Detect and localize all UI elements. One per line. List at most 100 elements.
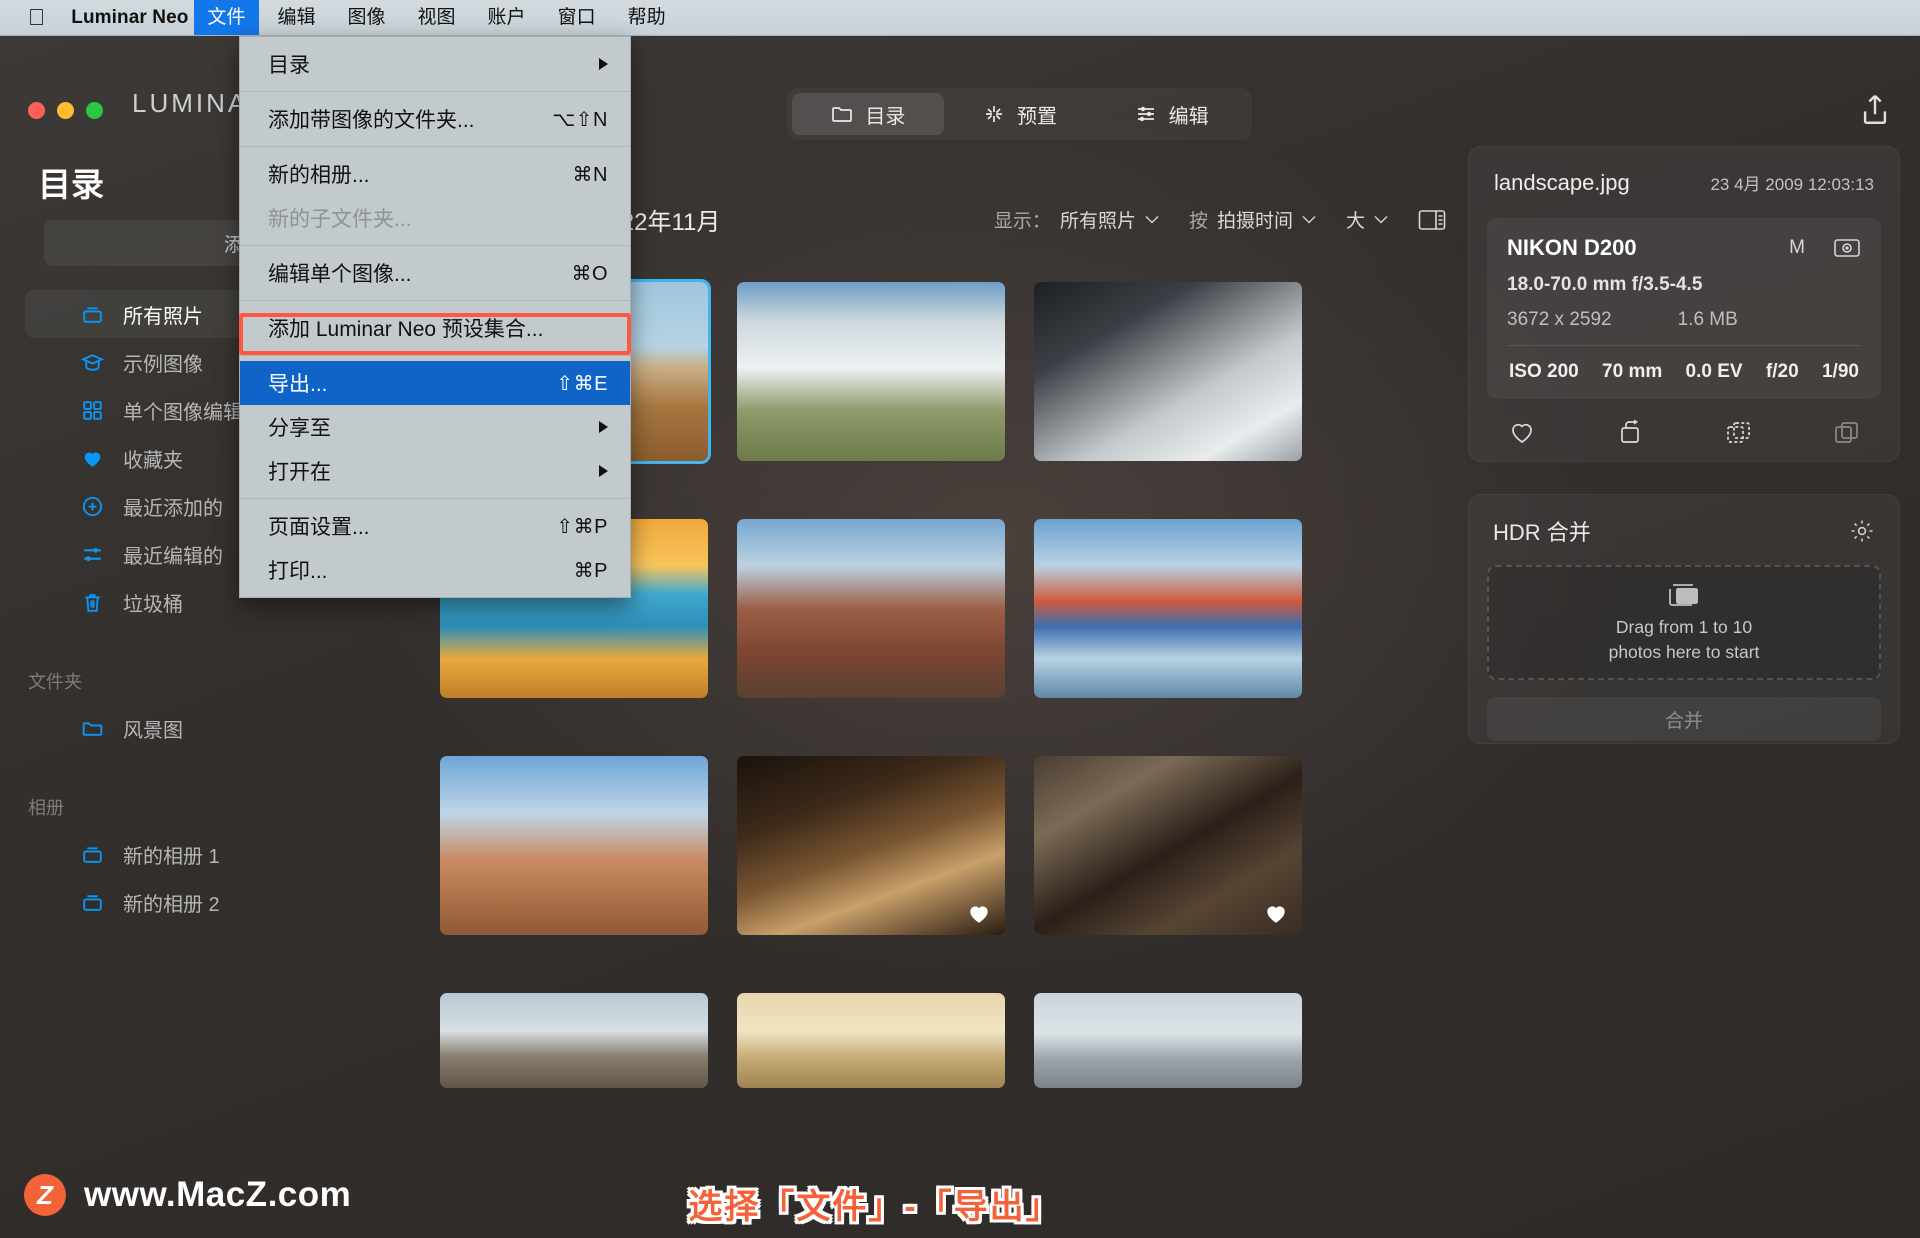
right-panel: landscape.jpg 23 4月 2009 12:03:13 NIKON … — [1460, 102, 1920, 1238]
copy-icon[interactable] — [1831, 419, 1861, 447]
filename-label: landscape.jpg — [1494, 170, 1630, 195]
album-icon — [83, 894, 102, 911]
heart-icon — [84, 452, 101, 467]
sidebar-album-2[interactable]: 新的相册 2 — [25, 878, 278, 926]
filter-show-value: 所有照片 — [1059, 211, 1136, 232]
exif-aperture: f/20 — [1765, 361, 1799, 382]
lens-label: 18.0-70.0 mm f/3.5-4.5 — [1507, 274, 1703, 295]
catalog-icon — [83, 306, 102, 323]
hdr-dropzone[interactable]: Drag from 1 to 10 photos here to start — [1487, 565, 1881, 680]
menu-item-catalog[interactable]: 目录 — [240, 42, 630, 86]
menubar-item-edit[interactable]: 编辑 — [265, 2, 329, 33]
thumbnail-stone-archway[interactable] — [1034, 756, 1302, 935]
hdr-merge-card: HDR 合并 Drag from 1 to 10 photos here to … — [1468, 494, 1900, 744]
menu-item-label: 新的子文件夹... — [268, 208, 412, 231]
menu-item-shortcut: ⌘N — [572, 163, 608, 186]
image-info-card: landscape.jpg 23 4月 2009 12:03:13 NIKON … — [1468, 146, 1900, 462]
menu-item-label: 编辑单个图像... — [268, 263, 412, 286]
thumbnail-dunes[interactable] — [737, 993, 1005, 1088]
menu-item-shortcut: ⇧⌘E — [556, 372, 608, 395]
filter-sort-value: 拍摄时间 — [1216, 211, 1293, 232]
menu-item-shortcut: ⌘P — [573, 559, 608, 582]
sidebar-section-albums: 相册 — [28, 798, 64, 818]
menu-item-add-folder-with-images[interactable]: 添加带图像的文件夹... ⌥⇧N — [240, 97, 630, 141]
filesize-label: 1.6 MB — [1677, 309, 1738, 330]
exposure-mode-label: M — [1789, 237, 1805, 258]
menu-item-export[interactable]: 导出... ⇧⌘E — [240, 361, 630, 405]
menu-item-label: 导出... — [268, 373, 328, 396]
exif-shutter: 1/90 — [1821, 361, 1859, 382]
filter-size[interactable]: 大 — [1346, 206, 1388, 233]
menu-item-open-in[interactable]: 打开在 — [240, 449, 630, 493]
split-panel-icon[interactable] — [1418, 208, 1446, 232]
dimensions-row: 3672 x 2592 1.6 MB — [1507, 309, 1861, 345]
menu-separator — [240, 300, 630, 301]
menu-separator — [240, 245, 630, 246]
heart-icon[interactable] — [966, 901, 992, 925]
hdr-title-label: HDR 合并 — [1493, 520, 1591, 545]
menu-item-label: 打开在 — [268, 461, 331, 484]
sidebar-label: 单个图像编辑 — [123, 401, 243, 424]
menu-item-share-to[interactable]: 分享至 — [240, 405, 630, 449]
menubar-item-file[interactable]: 文件 — [194, 0, 259, 35]
graduation-cap-icon — [80, 353, 105, 371]
photos-icon — [1669, 583, 1698, 606]
menu-item-add-preset-collection[interactable]: 添加 Luminar Neo 预设集合... — [240, 306, 630, 350]
heart-icon[interactable] — [1507, 419, 1537, 447]
menu-item-label: 添加 Luminar Neo 预设集合... — [268, 318, 544, 341]
hdr-header: HDR 合并 — [1469, 495, 1899, 547]
folder-icon — [82, 721, 103, 736]
thumbnail-towers[interactable] — [1034, 993, 1302, 1088]
chevron-down-icon — [1302, 215, 1316, 224]
thumbnail-field-clouds[interactable] — [737, 282, 1005, 461]
info-header: landscape.jpg 23 4月 2009 12:03:13 — [1469, 147, 1899, 196]
thumbnail-dark-clouds[interactable] — [1034, 282, 1302, 461]
chevron-down-icon — [1145, 215, 1159, 224]
sidebar-album-1[interactable]: 新的相册 1 — [25, 830, 278, 878]
menu-item-label: 分享至 — [268, 417, 331, 440]
sidebar-label: 所有照片 — [123, 305, 203, 328]
apple-icon[interactable]:  — [28, 6, 45, 29]
menubar-item-account[interactable]: 账户 — [475, 2, 539, 33]
exif-ev: 0.0 EV — [1685, 361, 1743, 382]
plus-circle-icon — [82, 496, 103, 516]
menubar-item-image[interactable]: 图像 — [335, 2, 399, 33]
heart-icon[interactable] — [1263, 901, 1289, 925]
filter-show[interactable]: 显示： 所有照片 — [994, 206, 1159, 233]
gear-icon[interactable] — [1849, 518, 1875, 544]
menu-item-print[interactable]: 打印... ⌘P — [240, 548, 630, 592]
sidebar-label: 新的相册 2 — [123, 893, 220, 916]
sidebar-label: 最近添加的 — [123, 497, 223, 520]
hdr-dropzone-text: Drag from 1 to 10 photos here to start — [1609, 615, 1760, 665]
sidebar-section-folders: 文件夹 — [28, 672, 82, 692]
menu-item-label: 目录 — [268, 54, 310, 77]
menu-item-label: 新的相册... — [268, 164, 370, 187]
hdr-merge-button[interactable]: 合并 — [1487, 697, 1881, 741]
filter-size-value: 大 — [1345, 211, 1365, 232]
sidebar-title: 目录 — [38, 166, 104, 203]
thumbnail-brick-street[interactable] — [737, 519, 1005, 698]
menu-separator — [240, 146, 630, 147]
rotate-icon[interactable] — [1615, 419, 1645, 447]
menubar-item-window[interactable]: 窗口 — [545, 2, 609, 33]
copy-dashed-icon[interactable] — [1723, 419, 1753, 447]
menu-item-page-setup[interactable]: 页面设置... ⇧⌘P — [240, 504, 630, 548]
dimensions-label: 3672 x 2592 — [1507, 309, 1612, 330]
filter-sort[interactable]: 按 拍摄时间 — [1189, 206, 1316, 233]
thumbnail-dead-tree[interactable] — [440, 993, 708, 1088]
submenu-arrow-icon — [599, 58, 608, 70]
thumbnail-bryce-canyon[interactable] — [440, 756, 708, 935]
sidebar-folder-landscape[interactable]: 风景图 — [25, 704, 278, 752]
menu-item-shortcut: ⇧⌘P — [556, 515, 608, 538]
annotation-text: 选择「文件」-「导出」 — [688, 1188, 1062, 1226]
thumbnail-night-alley[interactable] — [737, 756, 1005, 935]
menubar-item-view[interactable]: 视图 — [405, 2, 469, 33]
menu-item-new-album[interactable]: 新的相册... ⌘N — [240, 152, 630, 196]
chevron-down-icon — [1374, 215, 1388, 224]
thumbnail-colorful-houses[interactable] — [1034, 519, 1302, 698]
sidebar-label: 垃圾桶 — [123, 593, 183, 616]
menu-item-edit-single-image[interactable]: 编辑单个图像... ⌘O — [240, 251, 630, 295]
app-name-label[interactable]: Luminar Neo — [71, 7, 188, 29]
camera-icon[interactable] — [1833, 236, 1861, 260]
menubar-item-help[interactable]: 帮助 — [615, 2, 679, 33]
